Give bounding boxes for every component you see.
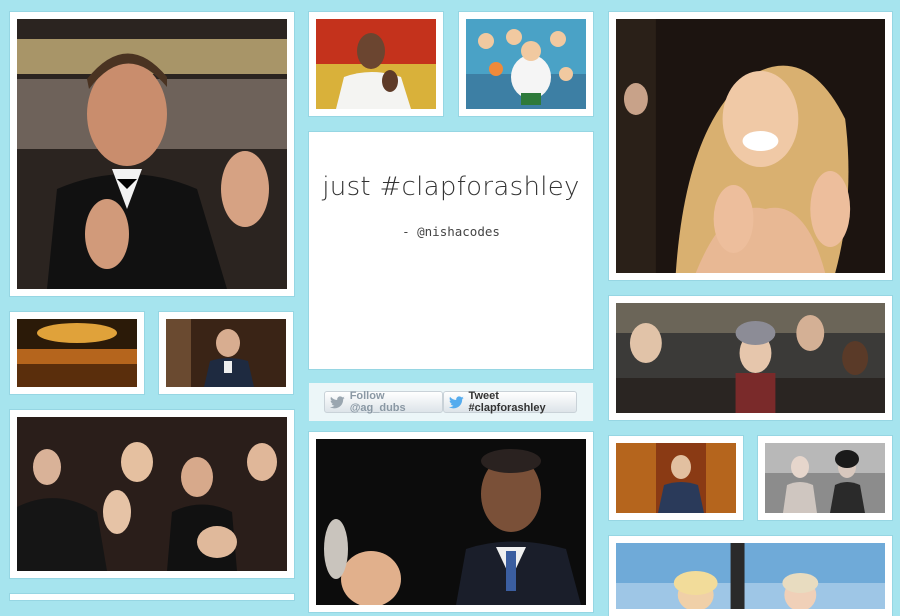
gif-tile-blonde-woman[interactable] (609, 12, 892, 280)
gif-tile-white-shirt-man[interactable] (309, 12, 443, 116)
gif-image (316, 439, 586, 605)
gif-tile-partial[interactable] (10, 594, 294, 600)
tweet-button[interactable]: Tweet #clapforashley (442, 390, 577, 414)
gif-tile-talk-show-guest[interactable] (609, 436, 743, 520)
gif-image (166, 319, 286, 387)
tweet-button-label: Tweet #clapforashley (468, 390, 546, 414)
quote-text: just #clapforashley (322, 172, 580, 202)
gif-image (17, 417, 287, 571)
gif-tile-audience-applauding[interactable] (10, 410, 294, 578)
gif-tile-student-blazer[interactable] (159, 312, 293, 394)
quote-author: - @nishacodes (402, 224, 500, 239)
quote-card: just #clapforashley - @nishacodes (309, 132, 593, 369)
gif-tile-man-suit-smiling[interactable] (309, 432, 593, 612)
gif-image (616, 543, 885, 609)
gif-tile-two-people[interactable] (758, 436, 892, 520)
gif-image (616, 443, 736, 513)
share-button-bar: Follow @ag_dubs Tweet #clapforashley (309, 383, 593, 421)
gif-tile-students-cheering[interactable] (609, 296, 892, 420)
gif-tile-cartoon-crowd[interactable] (459, 12, 593, 116)
gif-tile-tuxedo-man[interactable] (10, 12, 294, 296)
gif-image (616, 19, 885, 273)
gif-tile-talk-show-hosts[interactable] (609, 536, 892, 616)
gif-image (17, 319, 137, 387)
gif-image (466, 19, 586, 109)
follow-button-label: Follow @ag_dubs (349, 390, 406, 414)
twitter-bird-icon (448, 395, 464, 408)
twitter-bird-icon (330, 395, 345, 408)
gif-tile-concert-crowd[interactable] (10, 312, 144, 394)
follow-button[interactable]: Follow @ag_dubs (324, 390, 443, 414)
gif-image (616, 303, 885, 413)
gif-image (316, 19, 436, 109)
gif-image (765, 443, 885, 513)
gif-image (17, 19, 287, 289)
